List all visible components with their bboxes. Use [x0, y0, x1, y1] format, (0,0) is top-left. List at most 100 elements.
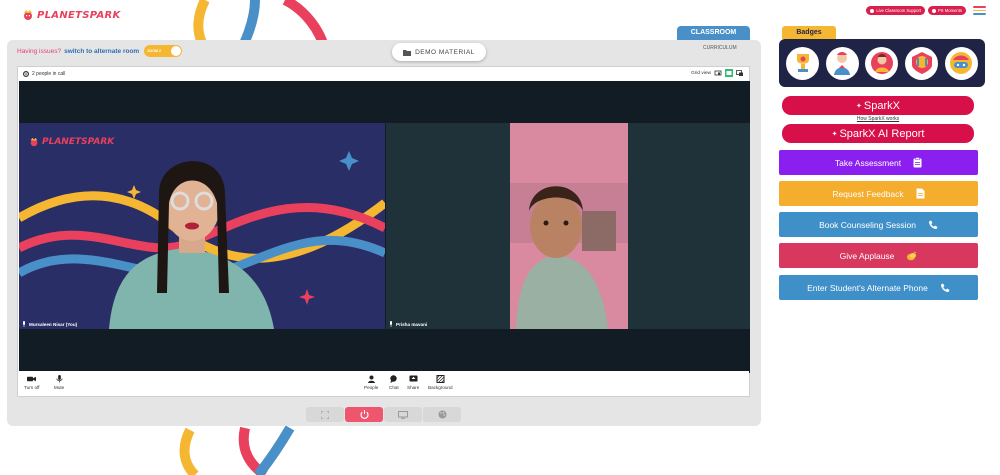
mic-icon — [390, 321, 392, 327]
video-call-window: 2 people in call Grid view PLANETSPARK M… — [17, 66, 750, 397]
grid-view-label: Grid view — [691, 70, 711, 76]
palette-button[interactable] — [423, 407, 461, 422]
badges-tab[interactable]: Badges — [782, 26, 836, 39]
share-label: Share — [407, 385, 420, 390]
popout-icon[interactable] — [736, 69, 744, 77]
hero-icon — [834, 52, 851, 75]
gamer-badge-icon[interactable] — [944, 46, 978, 80]
gamer-icon — [950, 52, 973, 74]
tutor-video-feed — [19, 123, 385, 329]
settings-icon[interactable] — [23, 71, 29, 77]
tab-curriculum[interactable]: CURRICULUM — [703, 45, 737, 51]
demo-material-button[interactable]: DEMO MATERIAL — [392, 43, 486, 61]
document-icon — [916, 188, 925, 199]
video-tile-student[interactable]: Prisha mavani — [386, 123, 750, 329]
champion-icon — [911, 52, 932, 74]
support-icon — [870, 8, 875, 13]
switch-alternate-room-text: switch to alternate room — [64, 47, 140, 55]
book-counseling-label: Book Counseling Session — [819, 219, 916, 230]
people-icon — [367, 375, 375, 383]
hero-badge-icon[interactable] — [825, 46, 859, 80]
ps-moments-button[interactable]: PS Moments — [928, 6, 966, 15]
superstar-badge-icon[interactable] — [865, 46, 899, 80]
request-feedback-label: Request Feedback — [832, 188, 904, 199]
planetspark-logo[interactable]: PLANETSPARK — [22, 9, 121, 21]
participant-name: Mursaleen Nisar (You) — [29, 321, 78, 327]
tile-logo-text: PLANETSPARK — [42, 137, 115, 147]
call-header: 2 people in call Grid view — [18, 67, 749, 81]
camera-icon — [27, 376, 37, 382]
tab-classroom[interactable]: CLASSROOM — [677, 26, 750, 40]
badges-panel — [779, 39, 985, 87]
alternate-room-switch: Having issues? switch to alternate room … — [17, 45, 183, 57]
header-actions: Live Classroom Support PS Moments — [866, 6, 986, 15]
sparkx-ai-report-button[interactable]: ✦ SparkX AI Report — [782, 124, 974, 143]
alternate-phone-label: Enter Student's Alternate Phone — [807, 282, 928, 293]
alternate-phone-button[interactable]: Enter Student's Alternate Phone — [779, 275, 978, 300]
sparkx-button[interactable]: ✦ SparkX — [782, 96, 974, 115]
background-button[interactable]: Background — [428, 375, 453, 390]
call-toolbar: Turn off Mute People Chat Share Backgrou… — [18, 371, 749, 396]
hamburger-menu-icon[interactable] — [973, 6, 986, 15]
chat-icon — [390, 375, 398, 383]
grid-view-controls: Grid view — [691, 69, 744, 77]
participant-label: Mursaleen Nisar (You) — [22, 321, 77, 327]
how-sparkx-works-link[interactable]: How SparkX works — [782, 116, 974, 122]
background-label: Background — [428, 385, 453, 390]
alternate-room-toggle[interactable]: ZOOM 2 — [144, 45, 183, 57]
power-icon — [359, 410, 369, 419]
mute-button[interactable]: Mute — [54, 375, 64, 390]
trophy-badge-icon[interactable] — [786, 46, 820, 80]
end-class-button[interactable] — [345, 407, 383, 422]
superstar-icon — [870, 52, 893, 74]
give-applause-button[interactable]: Give Applause — [779, 243, 978, 268]
toggle-knob — [171, 46, 182, 56]
give-applause-label: Give Applause — [839, 250, 895, 261]
video-stage: PLANETSPARK Mursaleen Nisar (You) Prisha… — [19, 81, 750, 373]
sparkx-star-icon: ✦ — [831, 130, 838, 138]
toggle-label: ZOOM 2 — [147, 49, 161, 53]
planet-logo-icon — [30, 137, 38, 147]
phone-icon — [940, 283, 950, 292]
people-label: People — [364, 385, 379, 390]
request-feedback-button[interactable]: Request Feedback — [779, 181, 978, 206]
sparkx-star-icon: ✦ — [856, 102, 862, 110]
people-button[interactable]: People — [364, 375, 378, 390]
sparkx-report-label: SparkX AI Report — [839, 127, 925, 140]
demo-material-label: DEMO MATERIAL — [415, 48, 475, 56]
ps-moments-label: PS Moments — [938, 8, 962, 13]
clipboard-icon — [913, 157, 922, 168]
sparkx-label: SparkX — [863, 99, 900, 112]
share-screen-icon — [409, 375, 418, 382]
palette-icon — [438, 410, 446, 419]
people-count-text: 2 people in call — [32, 71, 66, 77]
fullscreen-button[interactable] — [306, 407, 344, 422]
share-button[interactable]: Share — [407, 375, 419, 390]
participant-label: Prisha mavani — [389, 321, 427, 327]
background-icon — [436, 375, 445, 383]
student-video-feed — [386, 123, 750, 329]
monitor-icon — [398, 410, 408, 419]
planet-logo-icon — [24, 10, 32, 20]
chat-button[interactable]: Chat — [389, 375, 399, 390]
video-tile-tutor[interactable]: PLANETSPARK Mursaleen Nisar (You) — [19, 123, 385, 329]
mic-icon — [23, 321, 25, 327]
live-support-label: Live Classroom Support — [876, 8, 922, 13]
take-assessment-button[interactable]: Take Assessment — [779, 150, 978, 175]
champion-badge-icon[interactable] — [905, 46, 939, 80]
microphone-icon — [56, 375, 63, 383]
book-counseling-button[interactable]: Book Counseling Session — [779, 212, 978, 237]
live-support-button[interactable]: Live Classroom Support — [866, 6, 926, 15]
issues-text: Having issues? — [17, 47, 62, 55]
take-assessment-label: Take Assessment — [834, 157, 902, 168]
screen-button[interactable] — [384, 407, 422, 422]
logo-text: PLANETSPARK — [37, 9, 121, 21]
people-count: 2 people in call — [23, 71, 65, 77]
speaker-view-icon[interactable] — [714, 69, 722, 77]
tile-logo: PLANETSPARK — [29, 137, 114, 147]
camera-toggle-button[interactable]: Turn off — [24, 375, 40, 390]
classroom-page: PLANETSPARK Live Classroom Support PS Mo… — [0, 0, 1000, 475]
moments-icon — [932, 8, 937, 13]
trophy-icon — [796, 54, 809, 72]
grid-view-icon[interactable] — [725, 69, 733, 77]
